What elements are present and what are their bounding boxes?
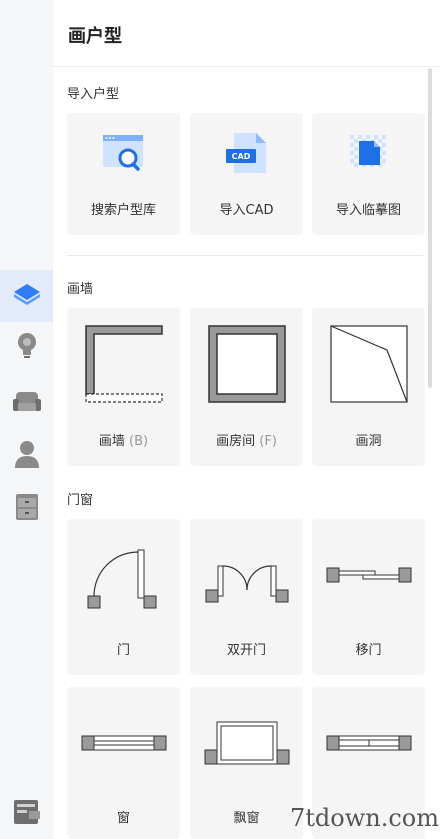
layout-icon — [13, 799, 41, 829]
section-divider — [67, 255, 423, 256]
tracing-image-icon — [312, 113, 425, 193]
floorplan-icon — [13, 282, 41, 310]
shortcut-key: (B) — [129, 434, 149, 449]
draw-opening-icon — [312, 308, 425, 420]
card-double-door[interactable]: 双开门 — [190, 519, 303, 675]
header-divider — [53, 66, 440, 67]
rail-item-person[interactable] — [0, 430, 53, 482]
panel-scrollbar[interactable] — [428, 68, 432, 388]
card-draw-wall[interactable]: 画墙 (B) — [67, 308, 180, 466]
double-door-icon — [190, 519, 303, 631]
card-search-floorplan-library[interactable]: 搜索户型库 — [67, 113, 180, 235]
draw-wall-icon — [67, 308, 180, 420]
card-label: 导入临摹图 — [335, 203, 401, 218]
card-label: 飘窗 — [233, 811, 260, 826]
rail-item-floorplan[interactable] — [0, 270, 53, 322]
card-label: 画洞 — [355, 434, 382, 449]
window-icon — [67, 687, 180, 799]
card-draw-opening[interactable]: 画洞 — [312, 308, 425, 466]
cad-file-icon: CAD — [190, 113, 303, 193]
card-door[interactable]: 门 — [67, 519, 180, 675]
card-label: 画房间 (F) — [216, 434, 277, 449]
cad-badge-text: CAD — [231, 152, 250, 161]
rail-item-cabinet[interactable] — [0, 483, 53, 535]
search-library-icon — [67, 113, 180, 193]
card-sliding-door[interactable]: 移门 — [312, 519, 425, 675]
card-bay-window[interactable]: 飘窗 — [190, 687, 303, 839]
bay-window-icon — [190, 687, 303, 799]
rail-item-lighting[interactable] — [0, 322, 53, 374]
door-icon — [67, 519, 180, 631]
site-watermark: 7tdown.com — [290, 804, 440, 832]
card-label: 门 — [116, 643, 130, 658]
card-import-tracing-image[interactable]: 导入临摹图 — [312, 113, 425, 235]
person-icon — [14, 439, 40, 473]
card-window[interactable]: 窗 — [67, 687, 180, 839]
card-label: 搜索户型库 — [90, 203, 156, 218]
rail-item-layout[interactable] — [0, 794, 53, 834]
cabinet-icon — [15, 493, 39, 525]
section-title-doors-windows: 门窗 — [67, 493, 94, 508]
sliding-door-icon — [312, 519, 425, 631]
card-draw-room[interactable]: 画房间 (F) — [190, 308, 303, 466]
lightbulb-icon — [16, 332, 38, 364]
card-label: 窗 — [116, 811, 130, 826]
section-title-walls: 画墙 — [67, 282, 94, 297]
card-label: 画墙 (B) — [98, 434, 149, 449]
sofa-icon — [12, 390, 42, 418]
rail-item-furniture[interactable] — [0, 378, 53, 430]
sliding-window-icon — [312, 687, 425, 799]
card-import-cad[interactable]: CAD 导入CAD — [190, 113, 303, 235]
card-label: 移门 — [355, 643, 382, 658]
shortcut-key: (F) — [259, 434, 277, 449]
card-label: 导入CAD — [219, 203, 274, 218]
card-label: 双开门 — [226, 643, 266, 658]
section-title-import: 导入户型 — [67, 87, 120, 102]
draw-room-icon — [190, 308, 303, 420]
left-rail — [0, 0, 53, 839]
panel-title: 画户型 — [68, 26, 122, 47]
